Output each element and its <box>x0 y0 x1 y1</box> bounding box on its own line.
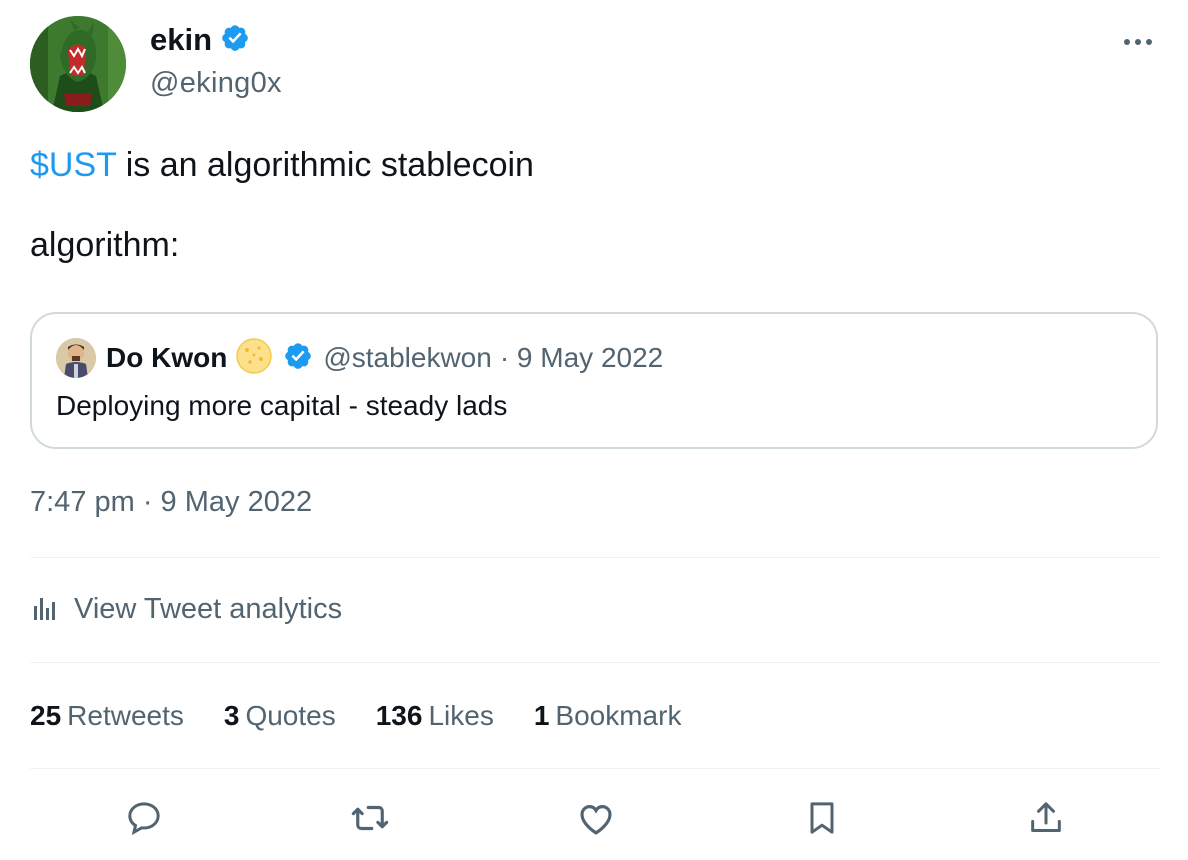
bookmarks-label: Bookmark <box>555 700 682 731</box>
action-bar <box>0 796 1188 840</box>
quoted-handle: @stablekwon <box>323 342 492 373</box>
likes-count: 136 <box>375 700 423 731</box>
author-handle[interactable]: @eking0x <box>150 67 282 100</box>
divider <box>30 557 1160 558</box>
tweet-stats: 25 Retweets 3 Quotes 136 Likes 1 Bookmark <box>30 700 681 732</box>
quoted-verified-badge-icon <box>283 341 313 376</box>
divider <box>30 768 1160 769</box>
author-avatar[interactable] <box>30 16 126 112</box>
reply-icon[interactable] <box>122 796 166 840</box>
retweets-count: 25 <box>30 700 62 731</box>
view-analytics-link[interactable]: View Tweet analytics <box>30 592 342 627</box>
quotes-count: 3 <box>223 700 240 731</box>
bookmarks-count: 1 <box>533 700 550 731</box>
retweet-icon[interactable] <box>348 796 392 840</box>
tweet-text-line2: algorithm: <box>30 226 180 264</box>
bookmark-icon[interactable] <box>800 796 844 840</box>
quoted-tweet-text: Deploying more capital - steady lads <box>56 390 508 421</box>
retweets-label: Retweets <box>67 700 184 731</box>
retweets-stat[interactable]: 25 Retweets <box>30 700 184 732</box>
bar-chart-icon <box>30 592 60 627</box>
quotes-label: Quotes <box>245 700 336 731</box>
tweet-timestamp[interactable]: 7:47 pm · 9 May 2022 <box>30 486 312 519</box>
more-options-icon[interactable] <box>1124 30 1160 54</box>
quotes-stat[interactable]: 3 Quotes <box>224 700 336 732</box>
author-info: ekin @eking0x <box>150 22 282 100</box>
cookie-icon <box>235 337 273 380</box>
green-dragon-avatar-icon <box>30 16 126 112</box>
tweet-text: $UST is an algorithmic stablecoin algori… <box>30 144 534 266</box>
like-icon[interactable] <box>574 796 618 840</box>
tweet-text-line1: is an algorithmic stablecoin <box>116 146 534 184</box>
view-analytics-label: View Tweet analytics <box>74 593 343 625</box>
verified-badge-icon <box>220 23 250 58</box>
quoted-author-name: Do Kwon <box>106 342 228 373</box>
likes-stat[interactable]: 136 Likes <box>376 700 494 732</box>
divider <box>30 662 1160 663</box>
author-name[interactable]: ekin <box>150 22 212 58</box>
cashtag-link[interactable]: $UST <box>30 146 116 184</box>
quoted-date: · 9 May 2022 <box>499 342 664 373</box>
bookmarks-stat[interactable]: 1 Bookmark <box>534 700 682 732</box>
likes-label: Likes <box>428 700 494 731</box>
share-icon[interactable] <box>1024 796 1068 840</box>
quoted-author-avatar <box>56 338 96 378</box>
quoted-tweet-card[interactable]: Do Kwon @stablekwon · 9 May 2022 Deployi… <box>30 312 1158 449</box>
